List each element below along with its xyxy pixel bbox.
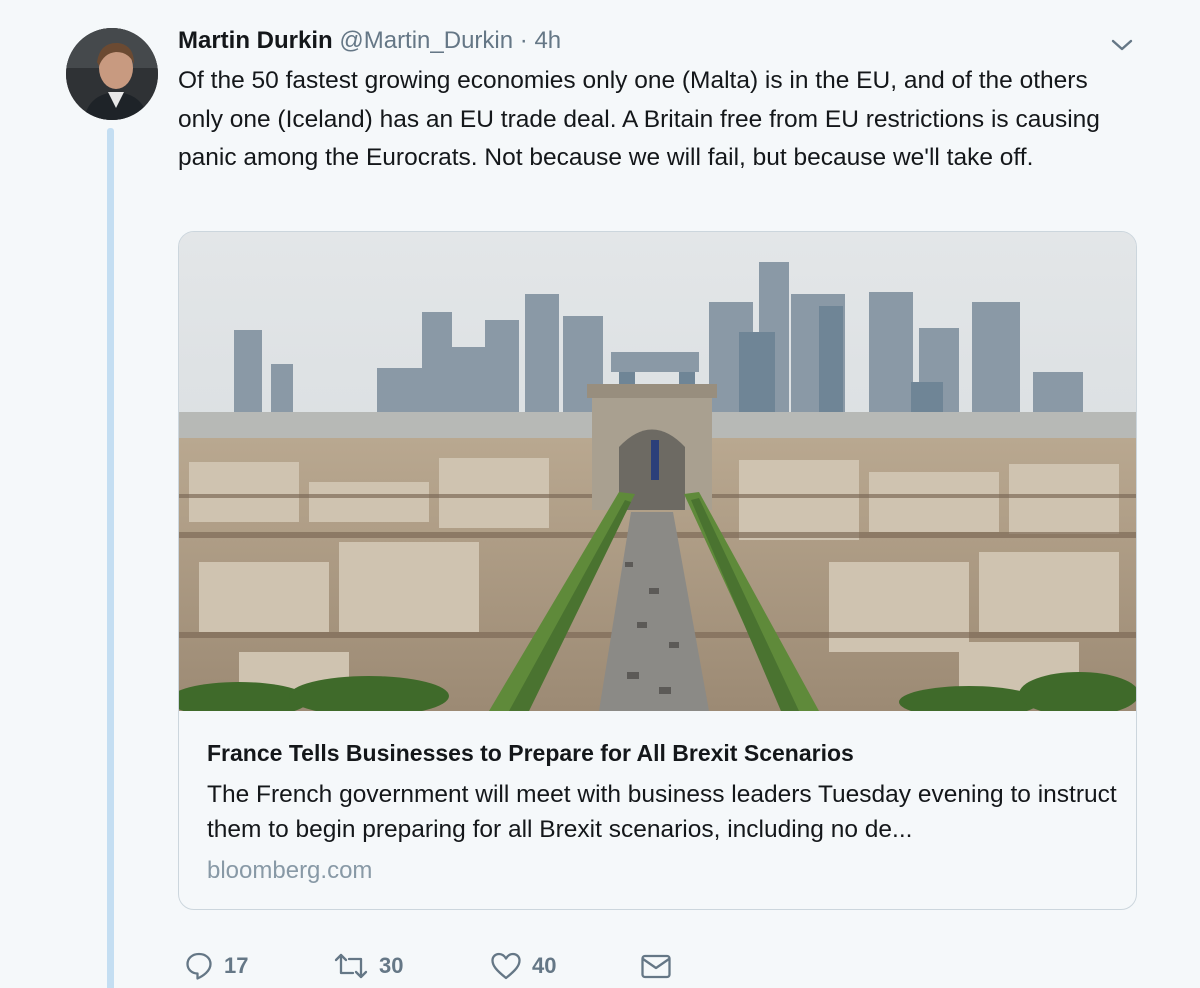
more-options-button[interactable] <box>1110 36 1134 54</box>
tweet-timestamp[interactable]: 4h <box>534 27 561 54</box>
chevron-down-icon <box>1111 39 1133 51</box>
card-title[interactable]: France Tells Businesses to Prepare for A… <box>207 738 1107 768</box>
tweet-actions: 17 30 40 <box>0 948 1200 984</box>
reply-button[interactable]: 17 <box>184 948 248 984</box>
like-count: 40 <box>532 953 557 978</box>
like-button[interactable]: 40 <box>490 948 556 984</box>
retweet-arrows-icon <box>334 953 368 979</box>
link-preview-card[interactable]: France Tells Businesses to Prepare for A… <box>178 231 1137 910</box>
retweet-count: 30 <box>379 953 404 978</box>
direct-message-button[interactable] <box>640 948 672 984</box>
card-image <box>179 232 1136 718</box>
avatar-photo <box>66 28 158 120</box>
tweet-text: Of the 50 fastest growing economies only… <box>178 67 1100 171</box>
thread-connector-line <box>107 128 114 988</box>
card-domain: bloomberg.com <box>207 857 373 884</box>
retweet-button[interactable]: 30 <box>333 948 403 984</box>
author-name[interactable]: Martin Durkin <box>178 27 333 54</box>
reply-count: 17 <box>224 953 249 978</box>
author-handle[interactable]: @Martin_Durkin <box>339 27 513 54</box>
envelope-icon <box>641 954 671 979</box>
card-description: The French government will meet with bus… <box>207 781 1117 843</box>
tweet-header: Martin Durkin @Martin_Durkin · 4h <box>178 26 561 56</box>
heart-icon <box>491 952 521 980</box>
speech-bubble-icon <box>186 952 212 980</box>
avatar[interactable] <box>66 28 158 120</box>
header-separator: · <box>519 27 528 54</box>
